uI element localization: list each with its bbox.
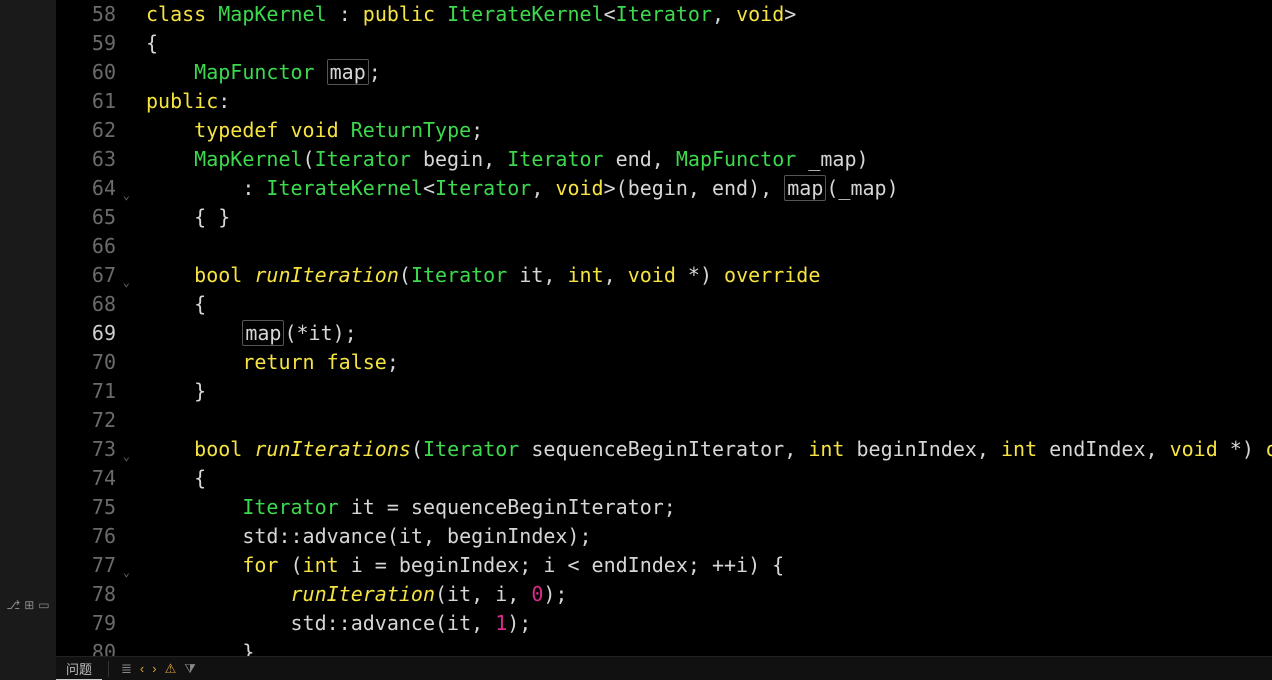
line-number[interactable]: 75 bbox=[56, 493, 116, 522]
line-number[interactable]: 69 bbox=[56, 319, 116, 348]
line-number[interactable]: 73⌄ bbox=[56, 435, 116, 464]
code-line[interactable]: for (int i = beginIndex; i < endIndex; +… bbox=[146, 551, 1272, 580]
line-number[interactable]: 68 bbox=[56, 290, 116, 319]
line-number[interactable]: 78 bbox=[56, 580, 116, 609]
code-line[interactable]: Iterator it = sequenceBeginIterator; bbox=[146, 493, 1272, 522]
code-line[interactable]: bool runIteration(Iterator it, int, void… bbox=[146, 261, 1272, 290]
line-number[interactable]: 61 bbox=[56, 87, 116, 116]
code-line[interactable]: { bbox=[146, 464, 1272, 493]
code-line[interactable]: runIteration(it, i, 0); bbox=[146, 580, 1272, 609]
gutter: 58596061626364⌄656667⌄686970717273⌄74757… bbox=[56, 0, 134, 656]
prev-marker-icon[interactable]: ‹ bbox=[140, 661, 144, 676]
code-line[interactable]: MapKernel(Iterator begin, Iterator end, … bbox=[146, 145, 1272, 174]
code-line[interactable]: return false; bbox=[146, 348, 1272, 377]
line-number[interactable]: 62 bbox=[56, 116, 116, 145]
new-panel-icon[interactable]: ⊞ bbox=[24, 598, 34, 612]
panel-toolbar: ≣ ‹ › ⚠ ⧩ bbox=[115, 661, 202, 677]
code-line[interactable]: { } bbox=[146, 203, 1272, 232]
panel-separator bbox=[108, 661, 109, 677]
filter-icon[interactable]: ⧩ bbox=[184, 661, 196, 677]
tab-problems[interactable]: 问题 bbox=[56, 657, 102, 680]
fold-icon[interactable]: ⌄ bbox=[123, 558, 130, 587]
warning-icon[interactable]: ⚠ bbox=[165, 661, 177, 677]
code-line[interactable]: typedef void ReturnType; bbox=[146, 116, 1272, 145]
bottom-panel: 问题 ≣ ‹ › ⚠ ⧩ bbox=[56, 656, 1272, 680]
code-line[interactable]: std::advance(it, 1); bbox=[146, 609, 1272, 638]
line-number[interactable]: 59 bbox=[56, 29, 116, 58]
branch-icon[interactable]: ⎇ bbox=[6, 598, 20, 612]
code-line[interactable] bbox=[146, 232, 1272, 261]
next-marker-icon[interactable]: › bbox=[152, 661, 156, 676]
code-editor[interactable]: 58596061626364⌄656667⌄686970717273⌄74757… bbox=[56, 0, 1272, 656]
line-number[interactable]: 58 bbox=[56, 0, 116, 29]
line-number[interactable]: 67⌄ bbox=[56, 261, 116, 290]
window-icon[interactable]: ▭ bbox=[38, 598, 49, 612]
line-number[interactable]: 60 bbox=[56, 58, 116, 87]
line-number[interactable]: 80 bbox=[56, 638, 116, 656]
activity-bottom-icons: ⎇ ⊞ ▭ bbox=[0, 598, 56, 612]
line-number[interactable]: 71 bbox=[56, 377, 116, 406]
code-line[interactable]: public: bbox=[146, 87, 1272, 116]
code-line[interactable]: map(*it); bbox=[146, 319, 1272, 348]
activity-bar: ⎇ ⊞ ▭ bbox=[0, 0, 56, 680]
line-number[interactable]: 63 bbox=[56, 145, 116, 174]
code-line[interactable]: { bbox=[146, 290, 1272, 319]
line-number[interactable]: 76 bbox=[56, 522, 116, 551]
stack-icon[interactable]: ≣ bbox=[121, 661, 132, 677]
line-number[interactable]: 79 bbox=[56, 609, 116, 638]
line-numbers[interactable]: 58596061626364⌄656667⌄686970717273⌄74757… bbox=[56, 0, 134, 656]
line-number[interactable]: 72 bbox=[56, 406, 116, 435]
line-number[interactable]: 65 bbox=[56, 203, 116, 232]
code-line[interactable]: : IterateKernel<Iterator, void>(begin, e… bbox=[146, 174, 1272, 203]
code-line[interactable]: class MapKernel : public IterateKernel<I… bbox=[146, 0, 1272, 29]
line-number[interactable]: 74 bbox=[56, 464, 116, 493]
fold-icon[interactable]: ⌄ bbox=[123, 442, 130, 471]
fold-icon[interactable]: ⌄ bbox=[123, 181, 130, 210]
code-line[interactable]: bool runIterations(Iterator sequenceBegi… bbox=[146, 435, 1272, 464]
line-number[interactable]: 77⌄ bbox=[56, 551, 116, 580]
code-line[interactable] bbox=[146, 406, 1272, 435]
code-line[interactable]: { bbox=[146, 29, 1272, 58]
line-number[interactable]: 70 bbox=[56, 348, 116, 377]
code-line[interactable]: MapFunctor map; bbox=[146, 58, 1272, 87]
line-number[interactable]: 64⌄ bbox=[56, 174, 116, 203]
code-line[interactable]: std::advance(it, beginIndex); bbox=[146, 522, 1272, 551]
fold-icon[interactable]: ⌄ bbox=[123, 268, 130, 297]
code-line[interactable]: } bbox=[146, 377, 1272, 406]
code-line[interactable]: } bbox=[146, 638, 1272, 656]
code-content[interactable]: class MapKernel : public IterateKernel<I… bbox=[146, 0, 1272, 656]
line-number[interactable]: 66 bbox=[56, 232, 116, 261]
